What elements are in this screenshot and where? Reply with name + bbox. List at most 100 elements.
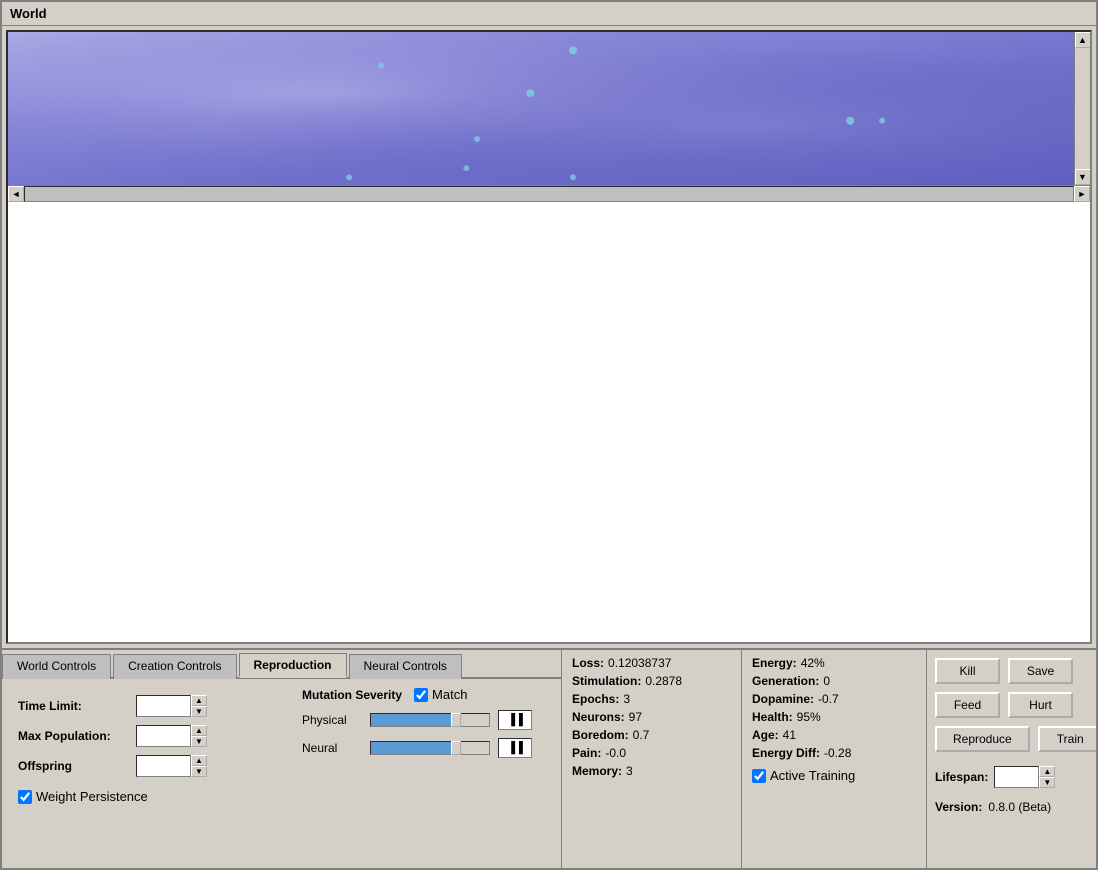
btn-row-2: Feed Hurt: [935, 692, 1096, 718]
max-population-down[interactable]: ▼: [191, 736, 207, 747]
main-window: World: [0, 0, 1098, 870]
time-limit-arrows: ▲ ▼: [191, 695, 207, 717]
tabs-bar: World Controls Creation Controls Reprodu…: [2, 650, 561, 679]
loss-value: 0.12038737: [608, 656, 671, 670]
offspring-label: Offspring: [18, 759, 128, 773]
scroll-track-h[interactable]: [24, 186, 1074, 202]
buttons-panel: Kill Save Feed Hurt Reproduce Train Life…: [927, 650, 1096, 868]
energy-diff-row: Energy Diff: -0.28: [752, 746, 916, 760]
version-label: Version:: [935, 800, 982, 814]
max-population-input[interactable]: 18: [136, 725, 191, 747]
version-value: 0.8.0 (Beta): [988, 800, 1051, 814]
neural-slider[interactable]: [370, 741, 490, 755]
physical-slider[interactable]: [370, 713, 490, 727]
energy-diff-label: Energy Diff:: [752, 746, 820, 760]
tab-creation-controls[interactable]: Creation Controls: [113, 654, 236, 679]
lifespan-row: Lifespan: 200 ▲ ▼: [935, 766, 1096, 788]
tab-reproduction[interactable]: Reproduction: [239, 653, 347, 678]
world-canvas[interactable]: [8, 32, 1074, 185]
max-population-label: Max Population:: [18, 729, 128, 743]
stats-panel: Loss: 0.12038737 Stimulation: 0.2878 Epo…: [562, 650, 742, 868]
physical-slider-thumb[interactable]: [451, 713, 461, 727]
energy-diff-value: -0.28: [824, 746, 851, 760]
tab-world-controls[interactable]: World Controls: [2, 654, 111, 679]
hurt-button[interactable]: Hurt: [1008, 692, 1073, 718]
btn-row-3: Reproduce Train: [935, 726, 1096, 752]
physical-label: Physical: [302, 713, 362, 727]
time-limit-input[interactable]: 6: [136, 695, 191, 717]
weight-persistence-row: Weight Persistence: [18, 789, 277, 804]
world-controls-content: Time Limit: 6 ▲ ▼ Max Population:: [10, 687, 290, 812]
memory-label: Memory:: [572, 764, 622, 778]
health-value: 95%: [797, 710, 821, 724]
neural-slider-row: Neural ▐▐: [302, 738, 553, 758]
energy-label: Energy:: [752, 656, 797, 670]
dopamine-label: Dopamine:: [752, 692, 814, 706]
offspring-row: Offspring 1 ▲ ▼: [18, 755, 277, 777]
mutation-header: Mutation Severity Match: [302, 687, 553, 702]
time-limit-up[interactable]: ▲: [191, 695, 207, 706]
max-population-arrows: ▲ ▼: [191, 725, 207, 747]
health-row: Health: 95%: [752, 710, 916, 724]
feed-button[interactable]: Feed: [935, 692, 1000, 718]
scroll-up-button[interactable]: ▲: [1075, 32, 1091, 48]
title-bar: World: [2, 2, 1096, 26]
generation-label: Generation:: [752, 674, 819, 688]
agent-stats-panel: Energy: 42% Generation: 0 Dopamine: -0.7…: [742, 650, 927, 868]
main-area: ▲ ▼ ◄ ► World Controls Creation Controls…: [2, 26, 1096, 868]
memory-value: 3: [626, 764, 633, 778]
offspring-input[interactable]: 1: [136, 755, 191, 777]
time-limit-row: Time Limit: 6 ▲ ▼: [18, 695, 277, 717]
epochs-label: Epochs:: [572, 692, 619, 706]
scroll-left-button[interactable]: ◄: [8, 186, 24, 202]
energy-row: Energy: 42%: [752, 656, 916, 670]
pain-label: Pain:: [572, 746, 601, 760]
physical-slider-value: ▐▐: [498, 710, 532, 730]
max-population-spinbox[interactable]: 18 ▲ ▼: [136, 725, 207, 747]
active-training-row: Active Training: [752, 768, 916, 783]
reproduce-button[interactable]: Reproduce: [935, 726, 1030, 752]
offspring-up[interactable]: ▲: [191, 755, 207, 766]
offspring-down[interactable]: ▼: [191, 766, 207, 777]
tab-neural-controls[interactable]: Neural Controls: [349, 654, 462, 679]
vertical-scrollbar[interactable]: ▲ ▼: [1074, 32, 1090, 185]
window-title: World: [10, 6, 47, 21]
energy-value: 42%: [801, 656, 825, 670]
match-checkbox[interactable]: [414, 688, 428, 702]
dopamine-value: -0.7: [818, 692, 839, 706]
active-training-checkbox[interactable]: [752, 769, 766, 783]
lifespan-input[interactable]: 200: [994, 766, 1039, 788]
scroll-down-button[interactable]: ▼: [1075, 169, 1091, 185]
lifespan-up[interactable]: ▲: [1039, 766, 1055, 777]
mutation-section: Mutation Severity Match Physical: [302, 687, 553, 812]
boredom-label: Boredom:: [572, 728, 629, 742]
lifespan-down[interactable]: ▼: [1039, 777, 1055, 788]
dopamine-row: Dopamine: -0.7: [752, 692, 916, 706]
canvas-container: ▲ ▼ ◄ ►: [6, 30, 1092, 644]
loss-label: Loss:: [572, 656, 604, 670]
mutation-severity-title: Mutation Severity: [302, 688, 402, 702]
scroll-right-button[interactable]: ►: [1074, 186, 1090, 202]
neural-slider-fill: [371, 742, 456, 754]
age-value: 41: [783, 728, 796, 742]
time-limit-spinbox[interactable]: 6 ▲ ▼: [136, 695, 207, 717]
max-population-up[interactable]: ▲: [191, 725, 207, 736]
offspring-spinbox[interactable]: 1 ▲ ▼: [136, 755, 207, 777]
horizontal-scrollbar[interactable]: ◄ ►: [8, 185, 1090, 201]
train-button[interactable]: Train: [1038, 726, 1096, 752]
physical-slider-fill: [371, 714, 456, 726]
save-button[interactable]: Save: [1008, 658, 1073, 684]
version-row: Version: 0.8.0 (Beta): [935, 800, 1096, 814]
world-svg: [8, 32, 1074, 185]
neural-slider-thumb[interactable]: [451, 741, 461, 755]
weight-persistence-checkbox[interactable]: [18, 790, 32, 804]
kill-button[interactable]: Kill: [935, 658, 1000, 684]
health-label: Health:: [752, 710, 793, 724]
time-limit-down[interactable]: ▼: [191, 706, 207, 717]
max-population-row: Max Population: 18 ▲ ▼: [18, 725, 277, 747]
neural-label: Neural: [302, 741, 362, 755]
lifespan-spinbox[interactable]: 200 ▲ ▼: [994, 766, 1055, 788]
loss-row: Loss: 0.12038737: [572, 656, 731, 670]
stimulation-label: Stimulation:: [572, 674, 641, 688]
age-row: Age: 41: [752, 728, 916, 742]
